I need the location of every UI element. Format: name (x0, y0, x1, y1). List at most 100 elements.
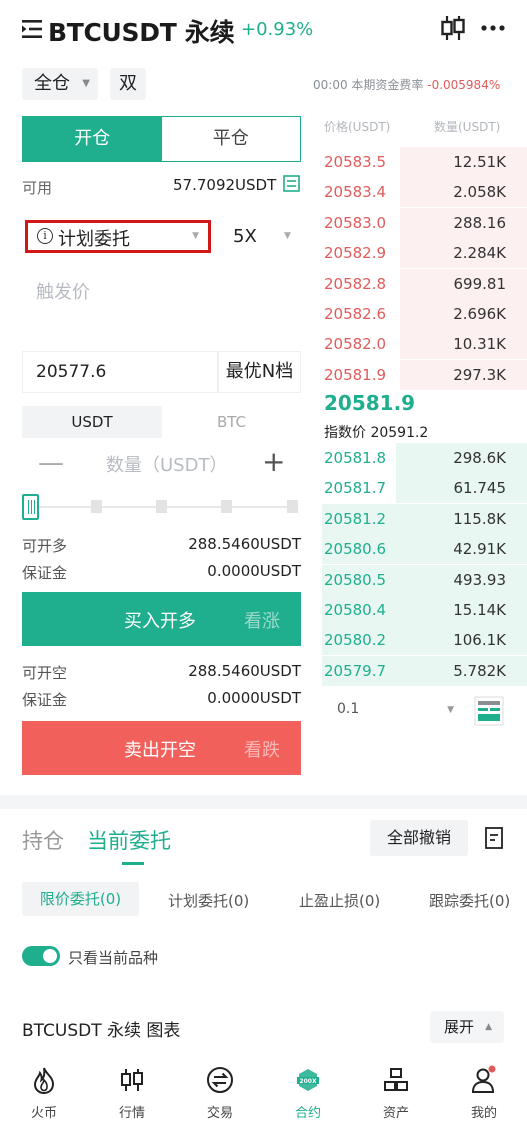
order-price: 20583.5 (324, 153, 387, 171)
slider-tick[interactable] (287, 500, 298, 513)
ask-row[interactable]: 20583.5 12.51K (322, 147, 527, 177)
bid-row[interactable]: 20581.2 115.8K (322, 503, 527, 534)
tab-current-orders[interactable]: 当前委托 (87, 825, 171, 855)
buy-button-label: 买入开多 (124, 611, 196, 632)
subtab-limit-orders[interactable]: 限价委托(0) (22, 882, 139, 916)
order-qty: 699.81 (453, 274, 507, 293)
bid-row[interactable]: 20581.8 298.6K (322, 443, 527, 473)
ask-row[interactable]: 20583.4 2.058K (322, 177, 527, 208)
subtab-tp-sl[interactable]: 止盈止损(0) (299, 890, 380, 911)
subtab-plan-orders[interactable]: 计划委托(0) (168, 890, 249, 911)
ask-row[interactable]: 20582.8 699.81 (322, 268, 527, 299)
order-qty: 115.8K (453, 509, 506, 528)
candlestick-icon (121, 1069, 143, 1091)
sell-open-value: 288.5460USDT (188, 662, 301, 680)
order-qty: 493.93 (453, 570, 507, 589)
order-qty: 2.284K (453, 244, 506, 263)
bid-row[interactable]: 20580.5 493.93 (322, 564, 527, 595)
nav-label: 我的 (470, 1106, 497, 1121)
transfer-icon[interactable] (283, 175, 300, 192)
nav-item-profile[interactable]: 我的 (440, 1055, 527, 1125)
slider-tick[interactable] (221, 500, 232, 513)
bid-row[interactable]: 20579.7 5.782K (322, 655, 527, 686)
menu-icon[interactable] (20, 17, 44, 41)
ask-row[interactable]: 20581.9 297.3K (322, 359, 527, 390)
contract-icon: 200X (297, 1069, 319, 1091)
slider-handle[interactable] (22, 494, 39, 520)
depth-step-select[interactable]: 0.1 ▼ (322, 696, 462, 726)
only-current-toggle[interactable] (22, 946, 60, 966)
orderbook-layout-icon[interactable] (474, 696, 504, 726)
ask-row[interactable]: 20582.9 2.284K (322, 238, 527, 269)
ask-row[interactable]: 20582.6 2.696K (322, 299, 527, 329)
flame-icon (33, 1067, 55, 1095)
available-value: 57.7092USDT (173, 176, 277, 194)
order-price: 20582.0 (324, 335, 387, 354)
price-input[interactable]: 20577.6 (36, 362, 106, 382)
bid-row[interactable]: 20580.6 42.91K (322, 534, 527, 565)
order-qty: 15.14K (453, 601, 506, 619)
bid-row[interactable]: 20580.2 106.1K (322, 625, 527, 656)
unit-tab-btc[interactable]: BTC (162, 406, 301, 438)
nav-label: 交易 (206, 1106, 233, 1121)
svg-text:200X: 200X (299, 1078, 317, 1085)
funding-rate[interactable]: 00:00 本期资金费率 -0.005984% (313, 76, 500, 93)
buy-long-button[interactable]: 买入开多 看涨 (22, 592, 301, 646)
ask-row[interactable]: 20582.0 10.31K (322, 329, 527, 360)
header: BTCUSDT 永续 +0.93% (0, 0, 527, 60)
sell-margin-value: 0.0000USDT (207, 689, 301, 707)
nav-item-contract[interactable]: 200X 合约 (264, 1055, 352, 1125)
quantity-increase-button[interactable]: + (262, 445, 285, 478)
subtab-trailing[interactable]: 跟踪委托(0) (429, 890, 510, 911)
order-price: 20583.4 (324, 183, 387, 202)
orderbook-price-header: 价格(USDT) (324, 120, 391, 134)
quantity-decrease-button[interactable]: — (38, 448, 64, 478)
sell-button-label: 卖出开空 (124, 740, 196, 761)
buy-margin-value: 0.0000USDT (207, 562, 301, 580)
more-icon[interactable] (480, 18, 506, 38)
tab-open[interactable]: 开仓 (23, 117, 162, 161)
order-price: 20580.6 (324, 540, 387, 559)
cancel-all-button[interactable]: 全部撤销 (370, 820, 468, 856)
order-qty: 288.16 (453, 213, 507, 232)
buy-open-label: 可开多 (22, 537, 68, 555)
nav-label: 火币 (30, 1106, 57, 1121)
order-price: 20583.0 (324, 213, 387, 232)
bid-row[interactable]: 20581.7 61.745 (322, 473, 527, 504)
buy-button-sublabel: 看涨 (244, 611, 280, 632)
order-price: 20580.5 (324, 570, 387, 589)
candlestick-icon[interactable] (440, 14, 466, 42)
order-type-select[interactable]: i 计划委托 ▼ (25, 220, 211, 253)
page-title[interactable]: BTCUSDT 永续 (48, 13, 235, 49)
order-history-icon[interactable] (485, 827, 503, 849)
order-qty: 106.1K (453, 631, 506, 650)
expand-chart-button[interactable]: 展开 ▲ (430, 1011, 504, 1043)
slider-tick[interactable] (91, 500, 102, 513)
available-label: 可用 (22, 179, 53, 197)
leverage-select[interactable]: 5X (233, 226, 257, 247)
orderbook-qty-header: 数量(USDT) (434, 120, 501, 134)
last-price[interactable]: 20581.9 (324, 391, 415, 415)
nav-item-home[interactable]: 火币 (0, 1055, 88, 1125)
chart-section-title: BTCUSDT 永续 图表 (22, 1021, 181, 1041)
slider-tick[interactable] (156, 500, 167, 513)
bid-row[interactable]: 20580.4 15.14K (322, 595, 527, 625)
order-price: 20579.7 (324, 661, 387, 680)
position-mode-button[interactable]: 双 (110, 68, 146, 100)
nav-item-trade[interactable]: 交易 (176, 1055, 264, 1125)
nav-item-markets[interactable]: 行情 (88, 1055, 176, 1125)
tab-positions[interactable]: 持仓 (22, 825, 64, 855)
unit-tab-usdt[interactable]: USDT (22, 406, 162, 438)
tab-close[interactable]: 平仓 (161, 117, 300, 161)
trigger-price-input[interactable]: 触发价 (36, 278, 90, 304)
order-price: 20581.7 (324, 479, 387, 498)
best-n-button[interactable]: 最优N档 (218, 351, 301, 393)
margin-mode-select[interactable]: 全仓 ▼ (22, 68, 98, 100)
sell-short-button[interactable]: 卖出开空 看跌 (22, 721, 301, 775)
order-type-label: 计划委托 (58, 229, 130, 250)
nav-item-assets[interactable]: 资产 (352, 1055, 440, 1125)
funding-rate-value: -0.005984% (427, 78, 501, 92)
order-price: 20582.9 (324, 244, 387, 263)
ask-row[interactable]: 20583.0 288.16 (322, 207, 527, 238)
quantity-input[interactable]: 数量（USDT） (106, 451, 227, 477)
